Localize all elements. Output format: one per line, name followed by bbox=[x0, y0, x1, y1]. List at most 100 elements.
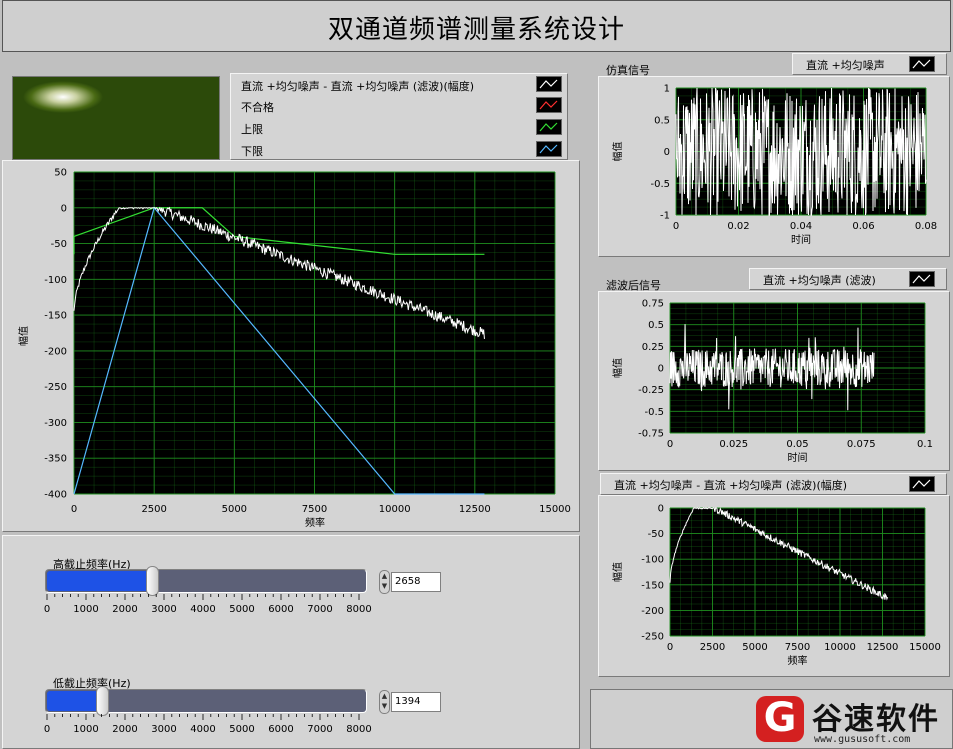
main-xtick: 15000 bbox=[539, 504, 571, 515]
spec-xtick: 7500 bbox=[785, 642, 810, 653]
sim-signal-graph[interactable]: 10.50-0.5-10 0.02 0.04 0.06 0.08幅值时间 bbox=[599, 77, 949, 256]
sim-legend-chip[interactable] bbox=[909, 56, 935, 72]
main-graph-panel: 50 0 -50 -100 -150 -200 -250 -300 -350 -400 0 2500… bbox=[2, 160, 580, 532]
spec-xtick: 15000 bbox=[909, 642, 941, 653]
main-xtick: 0 bbox=[71, 504, 77, 515]
high-cutoff-tick-label: 8000 bbox=[346, 604, 371, 615]
filt-xtick: 0.075 bbox=[847, 439, 876, 450]
spec-legend-label: 直流 +均匀噪声 - 直流 +均匀噪声 (滤波)(幅度) bbox=[614, 479, 848, 492]
legend-chip-fail[interactable] bbox=[536, 97, 562, 113]
spec-ytick: -150 bbox=[641, 580, 664, 591]
high-cutoff-spinner[interactable]: ▲ ▼ bbox=[379, 570, 390, 594]
filt-ytick: -0.25 bbox=[638, 385, 664, 396]
main-ytick: -300 bbox=[44, 418, 67, 429]
main-xtick: 12500 bbox=[459, 504, 491, 515]
status-led bbox=[12, 76, 220, 160]
sim-xtick: 0.06 bbox=[852, 221, 874, 232]
filt-signal-graph[interactable]: 0.750.50.250-0.25-0.5-0.750 0.025 0.05 0.07… bbox=[599, 292, 949, 470]
spec-xtick: 10000 bbox=[824, 642, 856, 653]
spec-ytick: -200 bbox=[641, 606, 664, 617]
main-xlabel: 频率 bbox=[305, 516, 325, 529]
low-cutoff-tick-label: 6000 bbox=[268, 724, 293, 735]
low-cutoff-input[interactable]: 1394 bbox=[391, 692, 441, 712]
legend-chip-upper[interactable] bbox=[536, 119, 562, 135]
sim-ylabel: 幅值 bbox=[611, 142, 624, 162]
main-xtick: 10000 bbox=[379, 504, 411, 515]
filt-xtick: 0.025 bbox=[719, 439, 748, 450]
high-cutoff-tick-label: 1000 bbox=[73, 604, 98, 615]
legend-label-magnitude: 直流 +均匀噪声 - 直流 +均匀噪声 (滤波)(幅度) bbox=[241, 80, 475, 93]
spec-xtick: 12500 bbox=[867, 642, 899, 653]
low-cutoff-spinner[interactable]: ▲ ▼ bbox=[379, 690, 390, 714]
filt-legend: 直流 +均匀噪声 (滤波) bbox=[749, 268, 947, 290]
low-cutoff-tick-label: 5000 bbox=[229, 724, 254, 735]
legend-label-upper: 上限 bbox=[241, 123, 263, 136]
page-title: 双通道频谱测量系统设计 bbox=[327, 15, 625, 45]
spec-legend: 直流 +均匀噪声 - 直流 +均匀噪声 (滤波)(幅度) bbox=[600, 473, 947, 495]
spec-xtick: 0 bbox=[667, 642, 673, 653]
filt-xlabel: 时间 bbox=[788, 451, 808, 464]
main-xtick: 5000 bbox=[222, 504, 247, 515]
high-cutoff-tick-label: 5000 bbox=[229, 604, 254, 615]
legend-label-lower: 下限 bbox=[241, 145, 263, 158]
filt-ytick: 0.75 bbox=[642, 299, 664, 310]
sim-xtick: 0.08 bbox=[915, 221, 937, 232]
filt-ytick: 0 bbox=[658, 364, 664, 375]
main-ytick: -100 bbox=[44, 275, 67, 286]
sim-graph-panel: 1 0.5 0 -0.5 -1 0 0.02 0.04 0.06 0.08 幅值 时间 bbox=[598, 76, 950, 257]
spec-ylabel: 幅值 bbox=[611, 562, 624, 582]
filt-legend-chip[interactable] bbox=[909, 271, 935, 287]
filt-xtick: 0.05 bbox=[786, 439, 808, 450]
spec-legend-chip[interactable] bbox=[909, 476, 935, 492]
brand-url: www.gususoft.com bbox=[814, 734, 911, 745]
sim-ytick: 1 bbox=[664, 84, 670, 95]
spec-ytick: 0 bbox=[658, 504, 664, 515]
filt-ytick: 0.25 bbox=[642, 342, 664, 353]
sim-ytick: 0 bbox=[664, 147, 670, 158]
high-cutoff-tick-label: 4000 bbox=[190, 604, 215, 615]
sim-ytick: -1 bbox=[660, 211, 670, 222]
low-cutoff-tick-label: 8000 bbox=[346, 724, 371, 735]
legend-chip-lower[interactable] bbox=[536, 141, 562, 157]
brand-name: 谷速软件 bbox=[812, 702, 940, 737]
spec-ytick: -50 bbox=[648, 529, 664, 540]
main-xtick: 7500 bbox=[302, 504, 327, 515]
filt-ytick: 0.5 bbox=[648, 320, 664, 331]
sim-legend-label: 直流 +均匀噪声 bbox=[806, 59, 885, 72]
high-cutoff-tick-label: 0 bbox=[44, 604, 50, 615]
slider-panel: 高截止频率(Hz) 0 1000 2000 3000 4000 5000 6000 7000 8… bbox=[2, 535, 580, 749]
high-cutoff-input[interactable]: 2658 bbox=[391, 572, 441, 592]
low-cutoff-thumb[interactable] bbox=[95, 686, 109, 716]
legend-chip-magnitude[interactable] bbox=[536, 76, 562, 92]
main-legend: 直流 +均匀噪声 - 直流 +均匀噪声 (滤波)(幅度) 不合格 上限 下限 bbox=[230, 73, 568, 160]
low-cutoff-fill bbox=[47, 691, 103, 711]
spec-ytick: -100 bbox=[641, 555, 664, 566]
high-cutoff-scale: 0 1000 2000 3000 4000 5000 6000 7000 8000 bbox=[44, 594, 372, 615]
high-cutoff-thumb[interactable] bbox=[146, 566, 160, 596]
high-cutoff-tick-label: 6000 bbox=[268, 604, 293, 615]
spec-graph-panel: 0 -50 -100 -150 -200 -250 0 2500 5000 7500 10000 12… bbox=[598, 495, 950, 677]
sim-xlabel: 时间 bbox=[791, 233, 811, 246]
low-cutoff-tick-label: 4000 bbox=[190, 724, 215, 735]
main-ytick: -350 bbox=[44, 454, 67, 465]
main-ytick: -400 bbox=[44, 490, 67, 501]
sim-legend: 直流 +均匀噪声 bbox=[792, 53, 947, 75]
title-bar: 双通道频谱测量系统设计 bbox=[2, 0, 951, 52]
main-ytick: -150 bbox=[44, 311, 67, 322]
main-ytick: -50 bbox=[51, 239, 67, 250]
spec-ytick: -250 bbox=[641, 632, 664, 643]
low-cutoff-scale: 0 1000 2000 3000 4000 5000 6000 7000 8000 bbox=[44, 714, 372, 735]
sim-ytick: 0.5 bbox=[654, 115, 670, 126]
low-cutoff-tick-label: 0 bbox=[44, 724, 50, 735]
sim-ytick: -0.5 bbox=[650, 179, 670, 190]
filt-ylabel: 幅值 bbox=[611, 358, 624, 378]
main-spectrum-graph[interactable]: 50 0 -50 -100 -150 -200 -250 -300 -350 -400 0 2500… bbox=[3, 161, 579, 531]
high-cutoff-tick-label: 3000 bbox=[151, 604, 176, 615]
filt-ytick: -0.75 bbox=[638, 429, 664, 440]
low-cutoff-slider[interactable] bbox=[45, 686, 367, 716]
high-cutoff-slider[interactable] bbox=[45, 566, 367, 596]
brand-logo-icon: G bbox=[756, 696, 804, 742]
filt-ytick: -0.5 bbox=[644, 407, 664, 418]
spec-graph[interactable]: 0-50-100-150-200-2500 2500 5000 7500 10000 12… bbox=[599, 496, 949, 676]
legend-label-fail: 不合格 bbox=[241, 101, 274, 114]
